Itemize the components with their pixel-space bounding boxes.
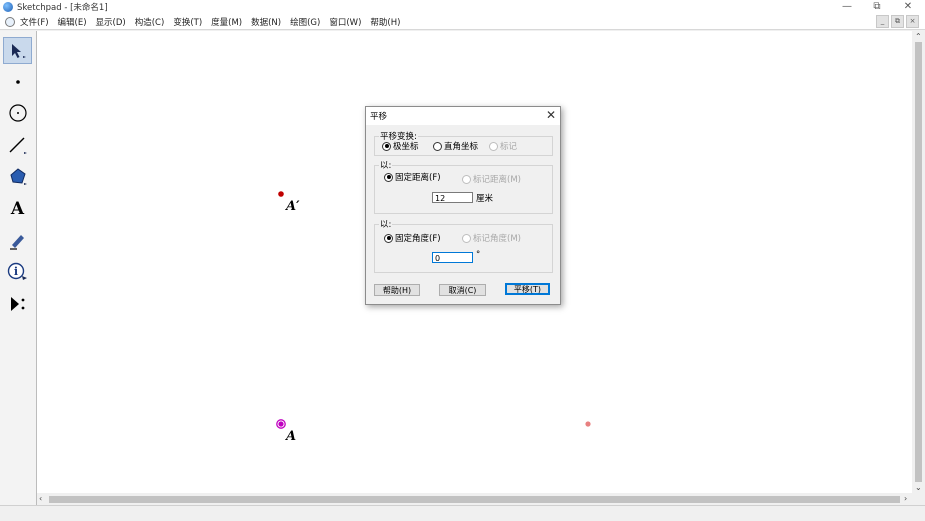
point-tool[interactable] (3, 68, 32, 95)
radio-polar[interactable]: 极坐标 (382, 140, 419, 152)
help-button[interactable]: 帮助(H) (374, 284, 420, 296)
angle-unit: ° (476, 250, 481, 260)
radio-marked-indicator (489, 141, 498, 151)
dialog-titlebar: 平移 ✕ (366, 107, 560, 125)
vertical-scroll-thumb[interactable] (915, 42, 922, 482)
radio-marked-angle-label: 标记角度(M) (473, 234, 521, 244)
close-button[interactable]: ✕ (893, 0, 923, 14)
menu-help[interactable]: 帮助(H) (370, 16, 400, 28)
information-tool[interactable]: i (3, 258, 32, 285)
horizontal-scroll-thumb[interactable] (49, 496, 900, 503)
menu-transform[interactable]: 变换(T) (173, 16, 202, 28)
window-title: Sketchpad - [未命名1] (17, 3, 108, 13)
radio-marked-angle[interactable]: 标记角度(M) (462, 232, 521, 244)
polygon-tool[interactable] (3, 163, 32, 190)
restore-button[interactable]: ⧉ (862, 0, 892, 14)
status-bar (0, 505, 925, 521)
angle-input[interactable]: 0 (432, 252, 473, 263)
dialog-close-icon[interactable]: ✕ (546, 108, 556, 122)
text-icon: A (10, 198, 25, 219)
label-a-prime[interactable]: A′ (286, 199, 300, 214)
menu-edit[interactable]: 编辑(E) (58, 16, 87, 28)
translate-dialog: 平移 ✕ 平移变换: 极坐标 直角坐标 标记 以: 固定距离(F) 标记距离(M… (365, 106, 561, 305)
scroll-down-icon[interactable]: ⌄ (915, 483, 922, 492)
doc-close-button[interactable]: × (906, 15, 919, 28)
straightedge-tool[interactable] (3, 131, 32, 158)
menu-window[interactable]: 窗口(W) (329, 16, 361, 28)
cancel-button[interactable]: 取消(C) (439, 284, 486, 296)
document-icon[interactable] (5, 17, 15, 27)
radio-marked-distance-label: 标记距离(M) (473, 175, 521, 185)
scroll-up-icon[interactable]: ⌃ (915, 32, 922, 41)
menu-display[interactable]: 显示(D) (96, 16, 126, 28)
menu-construct[interactable]: 构造(C) (135, 16, 165, 28)
radio-marked-distance[interactable]: 标记距离(M) (462, 173, 521, 185)
radio-fixed-distance[interactable]: 固定距离(F) (384, 171, 441, 183)
radio-rectangular-indicator (433, 141, 442, 151)
distance-unit: 厘米 (476, 194, 494, 204)
radio-rectangular-label: 直角坐标 (444, 142, 479, 152)
circle-icon (8, 103, 27, 122)
arrow-tool[interactable] (3, 37, 32, 64)
radio-fixed-angle[interactable]: 固定角度(F) (384, 232, 441, 244)
radio-marked-label: 标记 (500, 142, 518, 152)
custom-tool-icon (10, 296, 24, 311)
sketchpad-app-icon (3, 2, 13, 12)
minimize-button[interactable]: — (832, 0, 862, 14)
marker-icon (9, 234, 24, 250)
text-tool[interactable]: A (3, 195, 32, 222)
polygon-icon (9, 167, 27, 185)
scroll-left-icon[interactable]: ‹ (39, 494, 42, 503)
point-icon (15, 79, 20, 84)
translate-button[interactable]: 平移(T) (505, 283, 550, 295)
window-titlebar: Sketchpad - [未命名1] — ⧉ ✕ (0, 0, 925, 14)
custom-tool[interactable] (3, 290, 32, 317)
radio-fixed-angle-label: 固定角度(F) (395, 234, 441, 244)
info-icon: i (7, 262, 27, 280)
distance-group-label: 以: (379, 159, 393, 171)
dialog-title: 平移 (370, 112, 388, 122)
menu-bar: 文件(F) 编辑(E) 显示(D) 构造(C) 变换(T) 度量(M) 数据(N… (0, 14, 925, 30)
radio-fixed-distance-label: 固定距离(F) (395, 173, 441, 183)
radio-polar-indicator (382, 141, 391, 151)
compass-tool[interactable] (3, 99, 32, 126)
menu-data[interactable]: 数据(N) (251, 16, 281, 28)
radio-marked-angle-indicator (462, 233, 471, 243)
distance-input[interactable]: 12 (432, 192, 473, 203)
marker-tool[interactable] (3, 227, 32, 254)
toolbox: A i (0, 31, 37, 505)
radio-polar-label: 极坐标 (393, 142, 419, 152)
radio-marked-distance-indicator (462, 174, 471, 184)
menu-measure[interactable]: 度量(M) (211, 16, 242, 28)
radio-marked[interactable]: 标记 (489, 140, 517, 152)
radio-rectangular[interactable]: 直角坐标 (433, 140, 478, 152)
scroll-right-icon[interactable]: › (904, 494, 907, 503)
doc-minimize-button[interactable]: _ (876, 15, 889, 28)
angle-group-label: 以: (379, 218, 393, 230)
label-a[interactable]: A (286, 429, 296, 444)
line-icon (9, 137, 27, 154)
menu-graph[interactable]: 绘图(G) (290, 16, 320, 28)
doc-restore-button[interactable]: ⧉ (891, 15, 904, 28)
svg-text:i: i (13, 265, 17, 278)
radio-fixed-angle-indicator (384, 233, 393, 243)
arrow-icon (11, 43, 26, 58)
radio-fixed-distance-indicator (384, 172, 393, 182)
menu-file[interactable]: 文件(F) (20, 16, 49, 28)
